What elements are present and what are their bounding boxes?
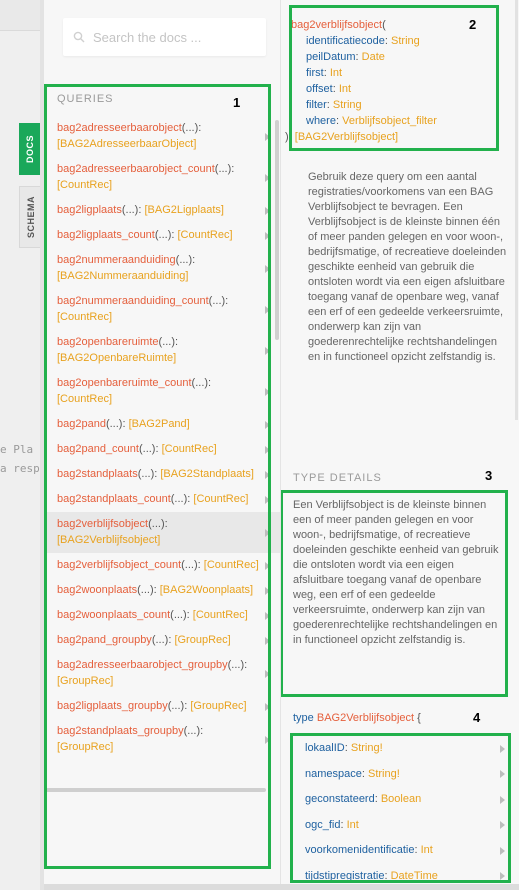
- editor-toolbar: [0, 0, 40, 31]
- type-open-brace: {: [417, 712, 421, 724]
- queries-scrollbar[interactable]: [275, 120, 279, 340]
- search-icon: [73, 31, 85, 43]
- editor-ghost-text: e Pla: [0, 443, 34, 456]
- annotation-number: 3: [485, 468, 493, 483]
- editor-ghost-text: a resp: [0, 462, 40, 475]
- highlight-box-type-details: [281, 490, 508, 697]
- highlight-box-signature: [289, 5, 499, 151]
- search-box[interactable]: [63, 18, 266, 56]
- search-input[interactable]: [93, 29, 243, 45]
- highlight-box-queries: [44, 84, 271, 869]
- query-detail-panel: bag2verblijfsobject( identificatiecode: …: [281, 0, 519, 885]
- type-keyword: type: [293, 712, 314, 724]
- annotation-number: 4: [473, 710, 481, 725]
- highlight-box-fields: [290, 733, 511, 883]
- tab-schema-label: SCHEMA: [26, 195, 37, 239]
- detail-scrollbar[interactable]: [515, 0, 518, 420]
- tab-docs-label: DOCS: [25, 134, 36, 164]
- annotation-number: 2: [469, 17, 477, 32]
- type-declaration: type BAG2Verblijfsobject {: [293, 712, 421, 724]
- type-name: BAG2Verblijfsobject: [316, 712, 415, 724]
- query-description: Gebruik deze query om een aantal registr…: [308, 171, 507, 363]
- annotation-number: 1: [233, 95, 241, 110]
- tab-docs[interactable]: DOCS: [19, 123, 41, 175]
- bottom-scrollbar[interactable]: [44, 884, 519, 890]
- type-details-heading: TYPE DETAILS: [293, 472, 382, 484]
- docs-explorer-panel: QUERIES bag2adresseerbaarobject(...): [B…: [44, 0, 281, 885]
